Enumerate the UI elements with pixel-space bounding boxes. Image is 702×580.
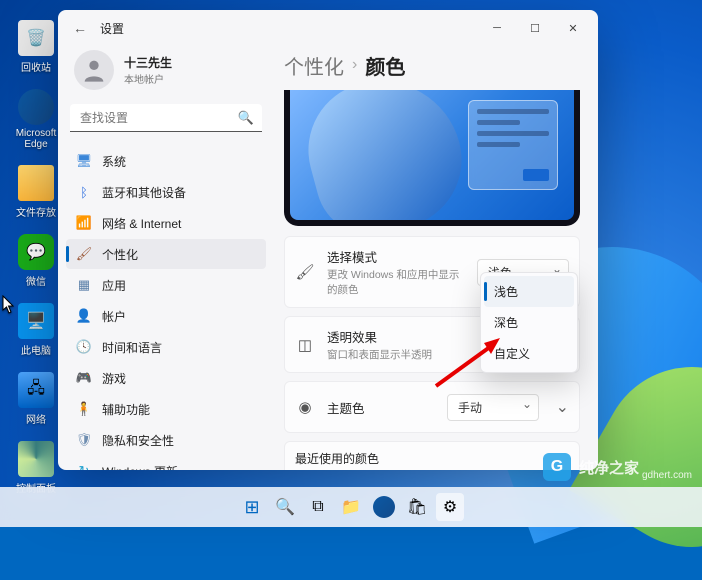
watermark: G 纯净之家 gdhert.com — [543, 453, 692, 481]
person-icon: 👤 — [76, 308, 92, 324]
close-button[interactable]: ✕ — [554, 14, 592, 42]
accent-icon: ◉ — [295, 398, 315, 416]
nav-apps[interactable]: ▦应用 — [66, 270, 266, 300]
maximize-button[interactable]: ☐ — [516, 14, 554, 42]
back-button[interactable]: ← — [64, 20, 96, 36]
palette-icon: 🖌 — [295, 263, 315, 281]
gamepad-icon: 🎮 — [76, 370, 92, 386]
nav-gaming[interactable]: 🎮游戏 — [66, 363, 266, 393]
edge-icon — [373, 496, 395, 518]
edge-icon — [18, 89, 54, 125]
window-title: 设置 — [100, 20, 124, 37]
avatar-icon — [74, 50, 114, 90]
nav-time[interactable]: 🕓时间和语言 — [66, 332, 266, 362]
shield-icon: 🛡 — [76, 432, 92, 448]
d-wechat[interactable]: 💬微信 — [8, 234, 64, 288]
opt-dark[interactable]: 深色 — [484, 307, 574, 338]
bluetooth-icon: ᛒ — [76, 184, 92, 200]
recent-colors: 最近使用的颜色 — [284, 441, 580, 470]
watermark-logo-icon: G — [543, 453, 571, 481]
clock-icon: 🕓 — [76, 339, 92, 355]
d-folder[interactable]: 文件存放 — [8, 165, 64, 219]
tb-taskview[interactable]: ⧉ — [304, 493, 332, 521]
d-edge[interactable]: Microsoft Edge — [8, 89, 64, 150]
sidebar: 十三先生 本地帐户 🔍 🖥系统 ᛒ蓝牙和其他设备 📶网络 & Internet … — [58, 46, 274, 470]
opt-custom[interactable]: 自定义 — [484, 338, 574, 369]
chevron-right-icon: › — [352, 56, 357, 74]
desktop-icons: 🗑️回收站 Microsoft Edge 文件存放 💬微信 🖥️此电脑 🖧网络 … — [8, 20, 64, 495]
transparency-icon: ◫ — [295, 336, 315, 354]
settings-window: ← 设置 ─ ☐ ✕ 十三先生 本地帐户 🔍 🖥系统 ᛒ蓝牙和其他设备 📶网络 … — [58, 10, 598, 470]
search-icon: 🔍 — [238, 110, 254, 126]
nav-privacy[interactable]: 🛡隐私和安全性 — [66, 425, 266, 455]
system-icon: 🖥 — [76, 153, 92, 169]
tb-settings[interactable]: ⚙ — [436, 493, 464, 521]
d-recycle-bin[interactable]: 🗑️回收站 — [8, 20, 64, 74]
minimize-button[interactable]: ─ — [478, 14, 516, 42]
network-icon: 🖧 — [18, 372, 54, 408]
folder-icon — [18, 165, 54, 201]
preview-popup — [468, 100, 558, 190]
search-box[interactable]: 🔍 — [70, 104, 262, 132]
update-icon: ↻ — [76, 463, 92, 470]
content-pane: 个性化 › 颜色 🖌 选择模式 更改 Windows 和应用中显示的颜色 浅色 — [274, 46, 598, 470]
nav-accounts[interactable]: 👤帐户 — [66, 301, 266, 331]
tb-edge[interactable] — [370, 493, 398, 521]
d-thispc[interactable]: 🖥️此电脑 — [8, 303, 64, 357]
nav-list: 🖥系统 ᛒ蓝牙和其他设备 📶网络 & Internet 🖌个性化 ▦应用 👤帐户… — [66, 146, 266, 470]
wechat-icon: 💬 — [18, 234, 54, 270]
apps-icon: ▦ — [76, 277, 92, 293]
mouse-cursor — [2, 295, 16, 315]
nav-network[interactable]: 📶网络 & Internet — [66, 208, 266, 238]
account-name: 十三先生 — [124, 54, 172, 71]
chevron-down-icon[interactable]: ⌄ — [556, 397, 569, 417]
row-accent[interactable]: ◉ 主题色 手动 ⌄ — [284, 381, 580, 433]
breadcrumb: 个性化 › 颜色 — [284, 46, 580, 90]
tb-explorer[interactable]: 📁 — [337, 493, 365, 521]
account-block[interactable]: 十三先生 本地帐户 — [66, 46, 266, 98]
breadcrumb-current: 颜色 — [365, 51, 405, 80]
tb-search[interactable]: 🔍 — [271, 493, 299, 521]
d-network[interactable]: 🖧网络 — [8, 372, 64, 426]
taskbar: ⊞ 🔍 ⧉ 📁 🛍 ⚙ — [0, 487, 702, 527]
theme-preview — [284, 90, 580, 226]
wifi-icon: 📶 — [76, 215, 92, 231]
nav-accessibility[interactable]: 🧍辅助功能 — [66, 394, 266, 424]
nav-system[interactable]: 🖥系统 — [66, 146, 266, 176]
breadcrumb-parent[interactable]: 个性化 — [284, 51, 344, 80]
pc-icon: 🖥️ — [18, 303, 54, 339]
opt-light[interactable]: 浅色 — [484, 276, 574, 307]
recycle-bin-icon: 🗑️ — [18, 20, 54, 56]
titlebar: ← 设置 ─ ☐ ✕ — [58, 10, 598, 46]
accessibility-icon: 🧍 — [76, 401, 92, 417]
brush-icon: 🖌 — [76, 246, 92, 262]
search-input[interactable] — [70, 104, 262, 132]
nav-update[interactable]: ↻Windows 更新 — [66, 456, 266, 470]
mode-dropdown-menu: 浅色 深色 自定义 — [480, 272, 578, 373]
control-panel-icon — [18, 441, 54, 477]
accent-dropdown[interactable]: 手动 — [447, 394, 539, 421]
tb-store[interactable]: 🛍 — [403, 493, 431, 521]
tb-start[interactable]: ⊞ — [238, 493, 266, 521]
account-type: 本地帐户 — [124, 71, 172, 86]
nav-personalization[interactable]: 🖌个性化 — [66, 239, 266, 269]
nav-bluetooth[interactable]: ᛒ蓝牙和其他设备 — [66, 177, 266, 207]
